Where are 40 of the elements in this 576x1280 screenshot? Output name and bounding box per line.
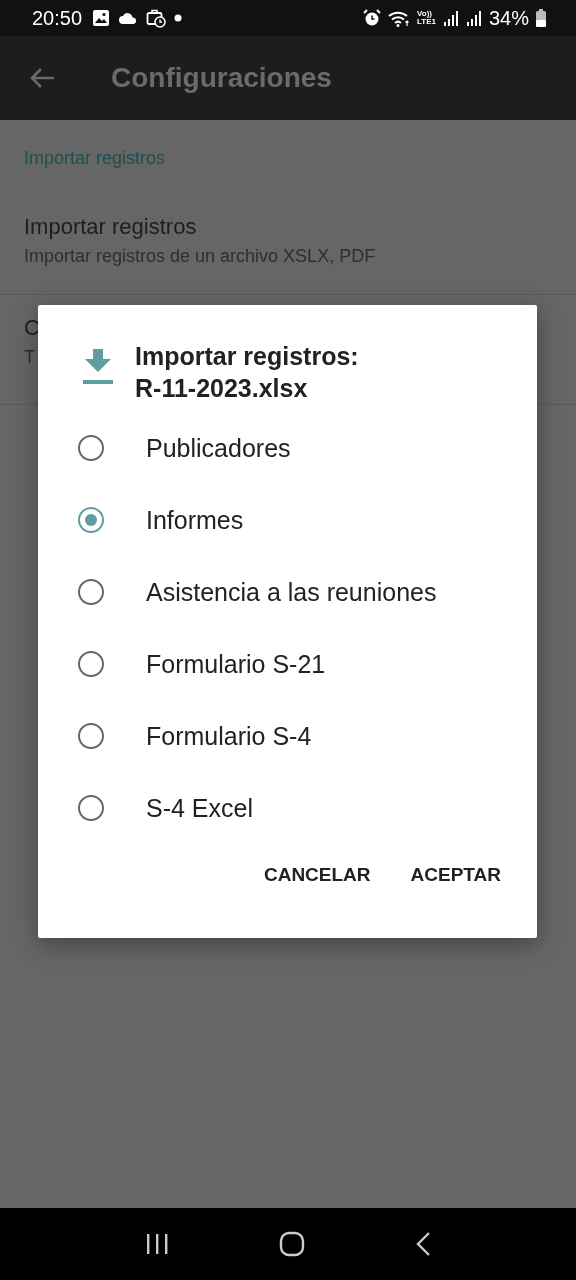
back-icon (415, 1231, 431, 1257)
alarm-icon (363, 9, 381, 27)
radio-option[interactable]: Formulario S-21 (38, 628, 537, 700)
radio-button[interactable] (78, 795, 104, 821)
radio-option[interactable]: Publicadores (38, 412, 537, 484)
signal-icon (465, 9, 482, 27)
back-button[interactable] (29, 67, 55, 89)
radio-button[interactable] (78, 435, 104, 461)
radio-option[interactable]: Asistencia a las reuniones (38, 556, 537, 628)
signal-icon (442, 9, 459, 27)
radio-button[interactable] (78, 579, 104, 605)
setting-summary: Importar registros de un archivo XSLX, PDF (24, 246, 376, 267)
volte-label: Vo)) (417, 10, 432, 18)
battery-percent: 34% (488, 6, 529, 30)
dialog-title: Importar registros: (135, 341, 359, 372)
wifi-icon (388, 9, 410, 27)
setting-title: C (24, 315, 40, 341)
clock-time: 20:50 (32, 6, 83, 30)
setting-title: Importar registros (24, 214, 197, 240)
screen-title: Configuraciones (111, 62, 332, 94)
file-name: R-11-2023.xlsx (135, 373, 309, 404)
home-icon (279, 1231, 305, 1257)
radio-button[interactable] (78, 507, 104, 533)
download-icon (83, 349, 113, 385)
lte-label: LTE1 (417, 18, 436, 26)
briefcase-clock-icon (146, 8, 167, 28)
cloud-icon (118, 11, 139, 25)
dot-icon (174, 14, 183, 22)
image-icon (92, 9, 111, 27)
radio-button[interactable] (78, 651, 104, 677)
accept-button[interactable]: ACEPTAR (394, 854, 517, 896)
recent-apps-icon (145, 1233, 169, 1255)
radio-button[interactable] (78, 723, 104, 749)
battery-icon (536, 9, 546, 27)
radio-option[interactable]: Formulario S-4 (38, 700, 537, 772)
back-arrow-icon (29, 67, 55, 89)
section-header: Importar registros (23, 147, 167, 170)
radio-option[interactable]: Informes (38, 484, 537, 556)
cancel-button[interactable]: CANCELAR (247, 854, 387, 896)
radio-option[interactable]: S-4 Excel (38, 772, 537, 844)
